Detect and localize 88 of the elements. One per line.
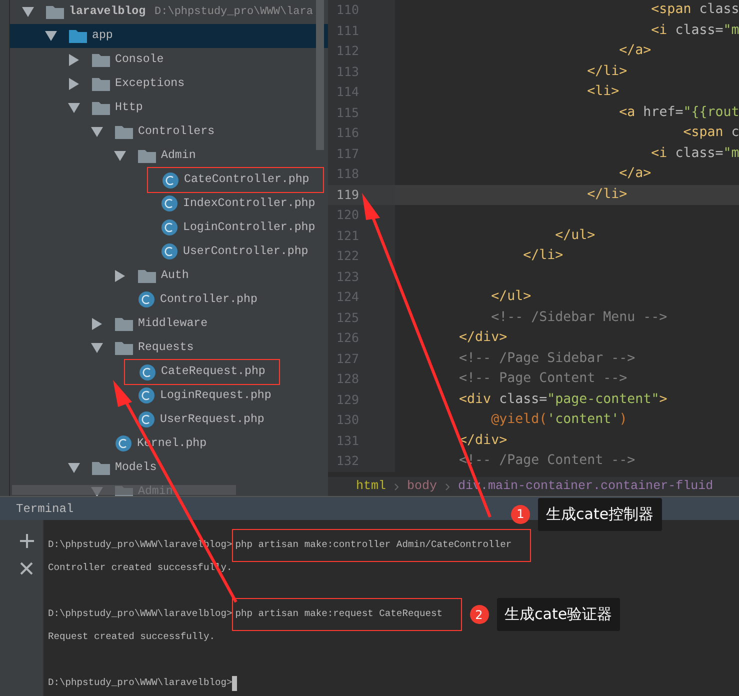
collapsed-arrow-icon[interactable] xyxy=(68,78,80,90)
collapsed-arrow-icon[interactable] xyxy=(114,270,126,282)
close-icon[interactable] xyxy=(20,562,33,575)
code-line: <!-- /Sidebar Menu --> xyxy=(490,308,668,326)
folder-icon xyxy=(92,76,110,91)
class-icon xyxy=(138,291,155,308)
panel-title: Terminal xyxy=(16,500,74,518)
expanded-arrow-icon[interactable] xyxy=(114,150,126,162)
tree-item[interactable]: laravelblog xyxy=(69,3,146,21)
code-line: </div> xyxy=(458,432,508,450)
code-line: <div class="page-content"> xyxy=(458,390,668,408)
class-icon xyxy=(162,172,179,188)
tree-item[interactable]: CateRequest.php xyxy=(161,363,266,381)
terminal-prompt: D:\phpstudy_pro\WWW\laravelblog> xyxy=(48,676,232,690)
tree-item[interactable]: Models xyxy=(115,459,157,477)
tree-item[interactable]: Auth xyxy=(161,267,189,285)
code-line: <i class="m xyxy=(650,144,739,162)
code-line: </ul> xyxy=(554,226,596,244)
tree-item[interactable]: IndexController.php xyxy=(183,195,316,213)
folder-icon xyxy=(69,28,87,43)
collapsed-arrow-icon[interactable] xyxy=(91,318,103,330)
tree-item[interactable]: UserRequest.php xyxy=(160,411,264,429)
code-line: </li> xyxy=(586,62,628,80)
add-icon[interactable] xyxy=(20,534,34,548)
tree-item[interactable]: Console xyxy=(115,51,164,69)
folder-icon xyxy=(92,52,110,67)
class-icon xyxy=(138,387,155,404)
scrollbar[interactable] xyxy=(316,0,324,150)
folder-icon xyxy=(46,4,64,19)
code-line: <span c xyxy=(682,124,739,142)
expanded-arrow-icon[interactable] xyxy=(22,6,34,18)
tree-item[interactable]: Exceptions xyxy=(115,75,185,93)
tree-item[interactable]: LoginController.php xyxy=(183,219,316,237)
code-line: </ul> xyxy=(490,288,532,306)
code-line: <!-- Page Content --> xyxy=(458,370,628,388)
expanded-arrow-icon[interactable] xyxy=(68,462,80,474)
folder-icon xyxy=(115,340,133,355)
tree-item[interactable]: Middleware xyxy=(138,315,208,333)
callout-label: 生成cate验证器 xyxy=(496,598,620,631)
tree-item[interactable]: Admin xyxy=(161,147,196,165)
terminal-output: Request created successfully. xyxy=(48,630,215,644)
breadcrumb[interactable]: body xyxy=(407,477,438,496)
tree-item[interactable]: Requests xyxy=(138,339,194,357)
step-number: 2 xyxy=(470,605,488,624)
chevron-icon xyxy=(394,482,400,490)
expanded-arrow-icon[interactable] xyxy=(91,126,103,138)
folder-icon xyxy=(138,148,156,163)
collapsed-arrow-icon[interactable] xyxy=(68,54,80,66)
class-icon xyxy=(138,411,155,428)
terminal-command: php artisan make:request CateRequest xyxy=(232,598,462,631)
terminal-command: php artisan make:controller Admin/CateController xyxy=(232,529,531,562)
project-path: D:\phpstudy_pro\WWW\lara xyxy=(154,4,313,20)
code-line: <li> xyxy=(586,83,620,101)
terminal-prompt: D:\phpstudy_pro\WWW\laravelblog> xyxy=(48,607,232,622)
code-line: @yield('content') xyxy=(490,411,628,429)
code-line: </li> xyxy=(586,186,628,204)
tree-item[interactable]: LoginRequest.php xyxy=(160,387,272,405)
breadcrumb[interactable]: html xyxy=(356,477,386,496)
code-line: <span class xyxy=(650,1,739,19)
code-line: <i class="m xyxy=(650,22,739,40)
folder-icon xyxy=(115,124,133,139)
tree-item[interactable]: app xyxy=(92,27,113,45)
folder-icon xyxy=(138,268,156,283)
folder-icon xyxy=(115,316,133,331)
callout-label: 生成cate控制器 xyxy=(538,498,662,530)
code-line: </li> xyxy=(522,247,564,265)
chevron-icon xyxy=(445,482,450,490)
code-line: </a> xyxy=(618,42,652,60)
code-line: </div> xyxy=(458,329,508,347)
folder-icon xyxy=(92,100,110,115)
class-icon xyxy=(161,195,178,212)
class-icon xyxy=(139,364,156,380)
tree-item[interactable]: UserController.php xyxy=(183,243,308,261)
scrollbar[interactable] xyxy=(12,485,236,495)
tree-item[interactable]: Controller.php xyxy=(160,291,258,309)
code-line: <a href="{{rout xyxy=(618,104,739,122)
code-line: <!-- /Page Sidebar --> xyxy=(458,350,636,368)
folder-icon xyxy=(92,460,110,475)
expanded-arrow-icon[interactable] xyxy=(68,102,80,114)
tree-item[interactable]: Http xyxy=(115,99,143,117)
expanded-arrow-icon[interactable] xyxy=(91,342,103,354)
tree-item[interactable]: CateController.php xyxy=(184,171,310,189)
class-icon xyxy=(161,243,178,260)
expanded-arrow-icon[interactable] xyxy=(45,30,57,42)
code-line: </a> xyxy=(618,165,652,183)
tree-item[interactable]: Controllers xyxy=(138,123,215,141)
class-icon xyxy=(115,435,132,452)
class-icon xyxy=(161,219,178,236)
